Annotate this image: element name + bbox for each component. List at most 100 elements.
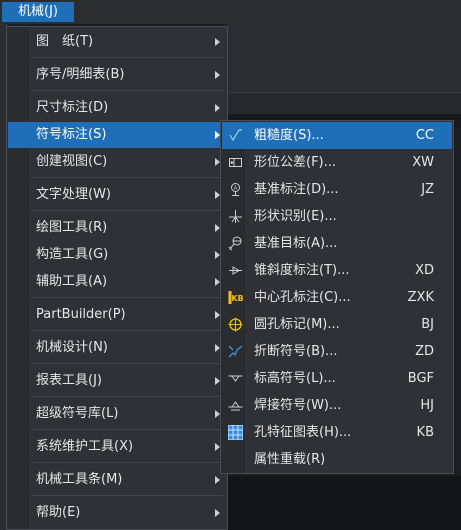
submenu-item-label: 折断符号(B)... bbox=[254, 344, 338, 359]
submenu-arrow-icon bbox=[215, 104, 220, 112]
toolbar-background bbox=[228, 24, 461, 92]
menu-separator bbox=[31, 363, 223, 364]
shortcut-label: BJ bbox=[421, 317, 434, 332]
submenu-item-label: 孔特征图表(H)... bbox=[254, 425, 352, 440]
jixie-dropdown-menu: 图 纸(T) 序号/明细表(B) 尺寸标注(D) 符号标注(S) 创建视图(C)… bbox=[6, 26, 228, 530]
submenu-arrow-icon bbox=[215, 476, 220, 484]
menu-item-label: 文字处理(W) bbox=[36, 187, 111, 202]
menu-item-label: 创建视图(C) bbox=[36, 154, 108, 169]
menu-separator bbox=[31, 90, 223, 91]
tolerance-icon bbox=[228, 155, 243, 170]
menu-separator bbox=[31, 330, 223, 331]
shortcut-label: BGF bbox=[407, 371, 434, 386]
menu-item-label: 尺寸标注(D) bbox=[36, 100, 109, 115]
menu-item-symbol-library[interactable]: 超级符号库(L) bbox=[8, 401, 226, 427]
submenu-item-datum[interactable]: A 基准标注(D)... JZ bbox=[222, 176, 452, 203]
submenu-item-roughness[interactable]: 粗糙度(S)... CC bbox=[222, 122, 452, 149]
menu-separator bbox=[31, 429, 223, 430]
submenu-item-label: 标高符号(L)... bbox=[254, 371, 336, 386]
submenu-item-round-hole[interactable]: 圆孔标记(M)... BJ bbox=[222, 311, 452, 338]
menu-item-construct-tools[interactable]: 构造工具(G) bbox=[8, 242, 226, 268]
menu-item-label: 帮助(E) bbox=[36, 505, 81, 520]
menu-item-label: 机械设计(N) bbox=[36, 340, 108, 355]
submenu-item-break-symbol[interactable]: 折断符号(B)... ZD bbox=[222, 338, 452, 365]
menu-separator bbox=[31, 495, 223, 496]
menu-item-symbol[interactable]: 符号标注(S) bbox=[8, 122, 226, 148]
menu-item-report-tools[interactable]: 报表工具(J) bbox=[8, 368, 226, 394]
submenu-item-center-hole[interactable]: KB 中心孔标注(C)... ZXK bbox=[222, 284, 452, 311]
submenu-item-label: 属性重载(R) bbox=[254, 452, 326, 467]
submenu-item-datum-target[interactable]: 基准目标(A)... bbox=[222, 230, 452, 257]
menu-separator bbox=[31, 396, 223, 397]
break-symbol-icon bbox=[228, 344, 243, 359]
submenu-item-label: 粗糙度(S)... bbox=[254, 128, 324, 143]
weld-icon bbox=[228, 398, 243, 413]
shortcut-label: XW bbox=[412, 155, 434, 170]
shortcut-label: ZD bbox=[415, 344, 434, 359]
shape-recognition-icon bbox=[228, 209, 243, 224]
menu-separator bbox=[31, 177, 223, 178]
menu-item-label: 机械工具条(M) bbox=[36, 472, 123, 487]
submenu-arrow-icon bbox=[215, 509, 220, 517]
menubar: 机械(J) bbox=[0, 0, 461, 24]
menu-item-label: 图 纸(T) bbox=[36, 34, 94, 49]
menu-item-label: 辅助工具(A) bbox=[36, 274, 108, 289]
svg-text:KB: KB bbox=[231, 294, 243, 303]
menu-item-system-maintenance[interactable]: 系统维护工具(X) bbox=[8, 434, 226, 460]
symbol-submenu: 粗糙度(S)... CC 形位公差(F)... XW A 基准标注(D)... … bbox=[220, 120, 454, 474]
submenu-arrow-icon bbox=[215, 38, 220, 46]
menu-item-help[interactable]: 帮助(E) bbox=[8, 500, 226, 526]
menu-item-label: 符号标注(S) bbox=[36, 127, 107, 142]
submenu-item-tolerance[interactable]: 形位公差(F)... XW bbox=[222, 149, 452, 176]
menu-item-mech-design[interactable]: 机械设计(N) bbox=[8, 335, 226, 361]
menu-separator bbox=[31, 297, 223, 298]
menu-item-label: 系统维护工具(X) bbox=[36, 439, 134, 454]
round-hole-icon bbox=[228, 317, 243, 332]
shortcut-label: ZXK bbox=[407, 290, 434, 305]
hole-table-icon bbox=[228, 425, 243, 440]
tab-background bbox=[228, 92, 461, 115]
submenu-item-label: 基准标注(D)... bbox=[254, 182, 339, 197]
datum-target-icon bbox=[228, 236, 243, 251]
elevation-icon bbox=[228, 371, 243, 386]
svg-text:A: A bbox=[234, 186, 238, 192]
shortcut-label: KB bbox=[416, 425, 434, 440]
menu-item-drawing[interactable]: 图 纸(T) bbox=[8, 29, 226, 55]
menu-item-text[interactable]: 文字处理(W) bbox=[8, 182, 226, 208]
submenu-item-weld[interactable]: 焊接符号(W)... HJ bbox=[222, 392, 452, 419]
shortcut-label: HJ bbox=[420, 398, 434, 413]
menu-item-mech-toolbar[interactable]: 机械工具条(M) bbox=[8, 467, 226, 493]
menu-item-label: 报表工具(J) bbox=[36, 373, 102, 388]
menu-item-label: 超级符号库(L) bbox=[36, 406, 119, 421]
roughness-icon bbox=[228, 128, 243, 143]
submenu-item-label: 中心孔标注(C)... bbox=[254, 290, 351, 305]
submenu-item-label: 圆孔标记(M)... bbox=[254, 317, 340, 332]
menu-item-create-view[interactable]: 创建视图(C) bbox=[8, 149, 226, 175]
menu-item-label: PartBuilder(P) bbox=[36, 307, 126, 322]
menu-item-label: 绘图工具(R) bbox=[36, 220, 108, 235]
menu-separator bbox=[31, 57, 223, 58]
menu-separator bbox=[31, 210, 223, 211]
center-hole-icon: KB bbox=[228, 290, 243, 305]
menu-item-dimension[interactable]: 尺寸标注(D) bbox=[8, 95, 226, 121]
menu-item-label: 序号/明细表(B) bbox=[36, 67, 125, 82]
shortcut-label: CC bbox=[415, 128, 434, 143]
submenu-item-attribute-reload[interactable]: 属性重载(R) bbox=[222, 446, 452, 473]
menu-item-bom[interactable]: 序号/明细表(B) bbox=[8, 62, 226, 88]
submenu-item-label: 形位公差(F)... bbox=[254, 155, 337, 170]
submenu-item-label: 焊接符号(W)... bbox=[254, 398, 342, 413]
submenu-item-taper[interactable]: 锥斜度标注(T)... XD bbox=[222, 257, 452, 284]
menu-item-draw-tools[interactable]: 绘图工具(R) bbox=[8, 215, 226, 241]
submenu-item-elevation[interactable]: 标高符号(L)... BGF bbox=[222, 365, 452, 392]
shortcut-label: JZ bbox=[421, 182, 434, 197]
menu-item-aux-tools[interactable]: 辅助工具(A) bbox=[8, 269, 226, 295]
menu-item-partbuilder[interactable]: PartBuilder(P) bbox=[8, 302, 226, 328]
menu-item-label: 构造工具(G) bbox=[36, 247, 109, 262]
submenu-item-label: 锥斜度标注(T)... bbox=[254, 263, 350, 278]
datum-icon: A bbox=[228, 182, 243, 197]
submenu-item-shape-recognition[interactable]: 形状识别(E)... bbox=[222, 203, 452, 230]
menu-jixie[interactable]: 机械(J) bbox=[2, 2, 74, 22]
submenu-item-hole-table[interactable]: 孔特征图表(H)... KB bbox=[222, 419, 452, 446]
submenu-item-label: 形状识别(E)... bbox=[254, 209, 337, 224]
drawing-area bbox=[228, 476, 461, 530]
